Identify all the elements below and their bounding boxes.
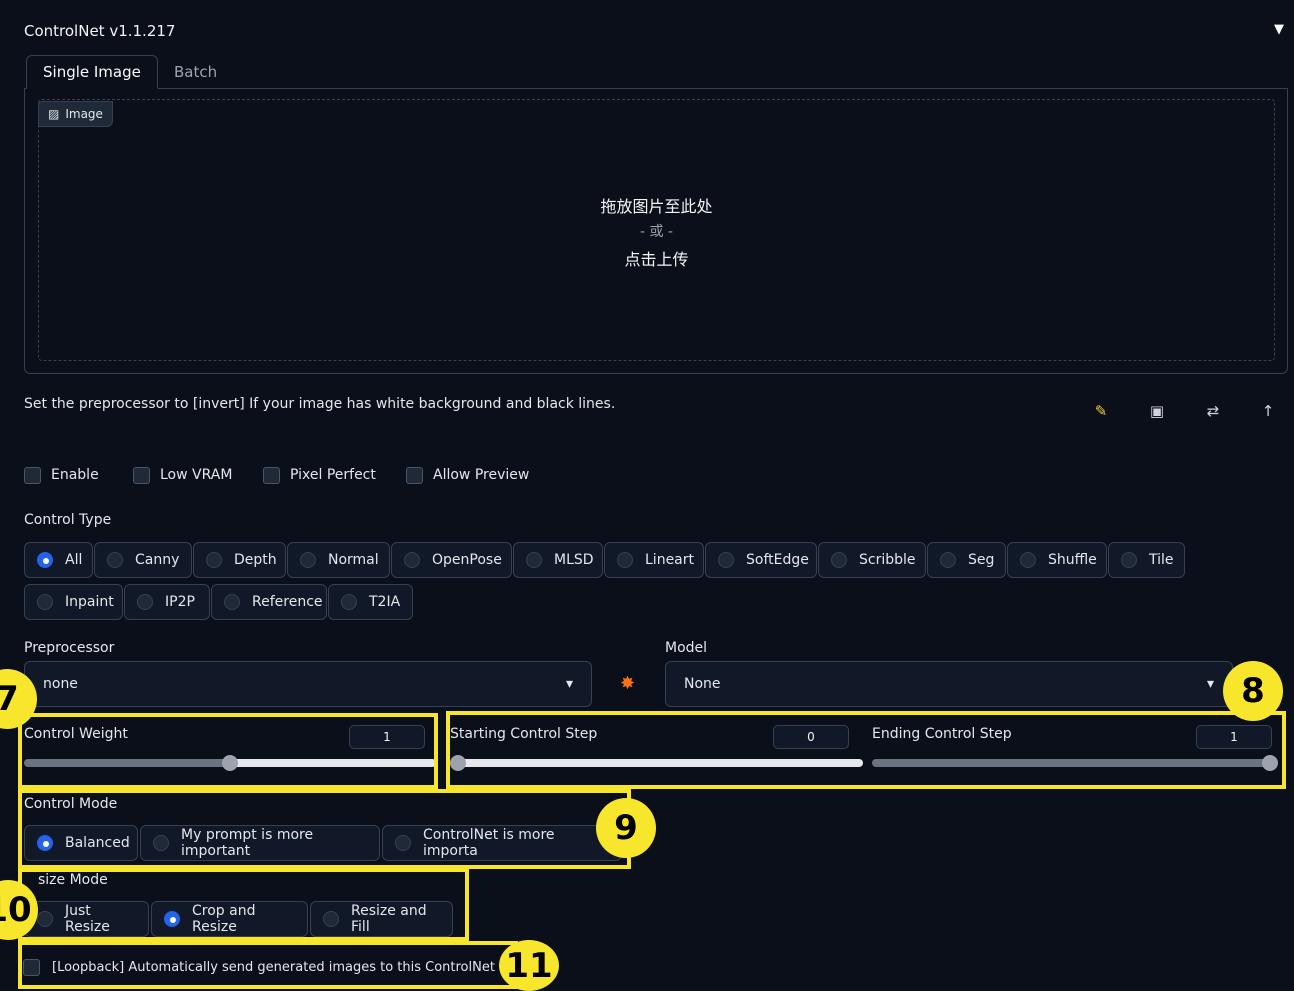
camera-icon[interactable]: ▣ — [1146, 400, 1168, 422]
radio-label: Depth — [234, 552, 277, 568]
radio-option-scribble[interactable]: Scribble — [818, 542, 926, 578]
radio-label: Normal — [328, 552, 379, 568]
radio-button[interactable] — [831, 552, 847, 568]
radio-option-reference[interactable]: Reference — [211, 584, 327, 620]
radio-button[interactable] — [617, 552, 633, 568]
radio-button[interactable] — [718, 552, 734, 568]
radio-option-depth[interactable]: Depth — [193, 542, 286, 578]
control-type-row-2: Inpaint IP2P Reference T2IA — [24, 584, 413, 620]
image-icon: ▨ — [48, 107, 60, 121]
radio-option-seg[interactable]: Seg — [927, 542, 1006, 578]
highlight-box-9 — [18, 789, 631, 869]
image-label-text: Image — [65, 107, 103, 121]
radio-button[interactable] — [37, 552, 53, 568]
radio-option-softedge[interactable]: SoftEdge — [705, 542, 817, 578]
control-type-label: Control Type — [24, 512, 112, 528]
radio-button[interactable] — [300, 552, 316, 568]
preprocessor-select[interactable]: none ▾ — [24, 661, 592, 707]
annotation-badge-9: 9 — [596, 798, 656, 858]
drop-or-text: - 或 - — [639, 224, 673, 240]
radio-label: Shuffle — [1048, 552, 1097, 568]
enable-label: Enable — [51, 467, 99, 483]
control-type-row-1: All Canny Depth Normal OpenPose MLSD Lineart So… — [24, 542, 1185, 578]
annotation-badge-11: 11 — [499, 940, 559, 991]
radio-button[interactable] — [137, 594, 153, 610]
radio-label: SoftEdge — [746, 552, 809, 568]
model-label: Model — [665, 640, 708, 656]
highlight-box-8 — [446, 711, 1286, 789]
low-vram-checkbox[interactable]: Low VRAM — [133, 463, 232, 487]
radio-button[interactable] — [526, 552, 542, 568]
radio-option-all[interactable]: All — [24, 542, 93, 578]
swap-icon[interactable]: ⇄ — [1202, 400, 1224, 422]
checkbox-box[interactable] — [133, 466, 150, 484]
radio-label: Inpaint — [65, 594, 114, 610]
radio-button[interactable] — [404, 552, 420, 568]
pixel-perfect-label: Pixel Perfect — [290, 467, 376, 483]
edit-icon[interactable]: ✎ — [1090, 400, 1112, 422]
checkbox-box[interactable] — [263, 466, 280, 484]
radio-option-openpose[interactable]: OpenPose — [391, 542, 512, 578]
radio-button[interactable] — [1121, 552, 1137, 568]
panel-title[interactable]: ControlNet v1.1.217 — [24, 22, 175, 40]
triangle-down-icon[interactable]: ▼ — [1274, 22, 1284, 37]
radio-option-normal[interactable]: Normal — [287, 542, 390, 578]
radio-label: Lineart — [645, 552, 694, 568]
radio-option-shuffle[interactable]: Shuffle — [1007, 542, 1107, 578]
preprocessor-hint: Set the preprocessor to [invert] If your… — [24, 396, 616, 412]
enable-checkbox[interactable]: Enable — [24, 463, 99, 487]
radio-label: Seg — [968, 552, 995, 568]
radio-button[interactable] — [224, 594, 240, 610]
model-select[interactable]: None ▾ — [665, 661, 1233, 707]
allow-preview-label: Allow Preview — [433, 467, 530, 483]
annotation-badge-8: 8 — [1223, 661, 1283, 721]
checkbox-box[interactable] — [406, 466, 423, 484]
tab-single-image[interactable]: Single Image — [26, 55, 158, 89]
allow-preview-checkbox[interactable]: Allow Preview — [406, 463, 529, 487]
radio-option-t2ia[interactable]: T2IA — [328, 584, 413, 620]
radio-button[interactable] — [940, 552, 956, 568]
click-upload-text[interactable]: 点击上传 — [38, 246, 1275, 270]
radio-label: Scribble — [859, 552, 916, 568]
model-value: None — [684, 676, 721, 692]
highlight-box-7 — [18, 713, 438, 789]
radio-label: T2IA — [369, 594, 401, 610]
radio-option-lineart[interactable]: Lineart — [604, 542, 704, 578]
radio-label: All — [65, 552, 83, 568]
dropdown-arrow-icon: ▾ — [1206, 676, 1214, 692]
radio-label: MLSD — [554, 552, 594, 568]
preprocessor-label: Preprocessor — [24, 640, 115, 656]
radio-option-mlsd[interactable]: MLSD — [513, 542, 603, 578]
radio-button[interactable] — [206, 552, 222, 568]
image-label: ▨ Image — [38, 101, 113, 127]
radio-option-tile[interactable]: Tile — [1108, 542, 1185, 578]
radio-label: Canny — [135, 552, 180, 568]
radio-button[interactable] — [341, 594, 357, 610]
preprocessor-value: none — [43, 676, 78, 692]
dropdown-arrow-icon: ▾ — [565, 676, 573, 692]
highlight-box-10 — [18, 868, 469, 941]
radio-option-canny[interactable]: Canny — [94, 542, 192, 578]
radio-button[interactable] — [37, 594, 53, 610]
checkbox-box[interactable] — [24, 466, 41, 484]
radio-label: Tile — [1149, 552, 1174, 568]
tab-batch[interactable]: Batch — [158, 55, 233, 89]
low-vram-label: Low VRAM — [160, 467, 233, 483]
pixel-perfect-checkbox[interactable]: Pixel Perfect — [263, 463, 376, 487]
radio-label: OpenPose — [432, 552, 502, 568]
highlight-box-11 — [18, 941, 518, 989]
radio-label: Reference — [252, 594, 323, 610]
run-preprocessor-icon[interactable]: ✸ — [620, 673, 635, 694]
radio-option-inpaint[interactable]: Inpaint — [24, 584, 123, 620]
radio-label: IP2P — [165, 594, 195, 610]
radio-button[interactable] — [107, 552, 123, 568]
upload-arrow-icon[interactable]: ↑ — [1257, 400, 1279, 422]
drop-text: 拖放图片至此处 — [600, 197, 713, 216]
radio-button[interactable] — [1020, 552, 1036, 568]
radio-option-ip2p[interactable]: IP2P — [124, 584, 210, 620]
